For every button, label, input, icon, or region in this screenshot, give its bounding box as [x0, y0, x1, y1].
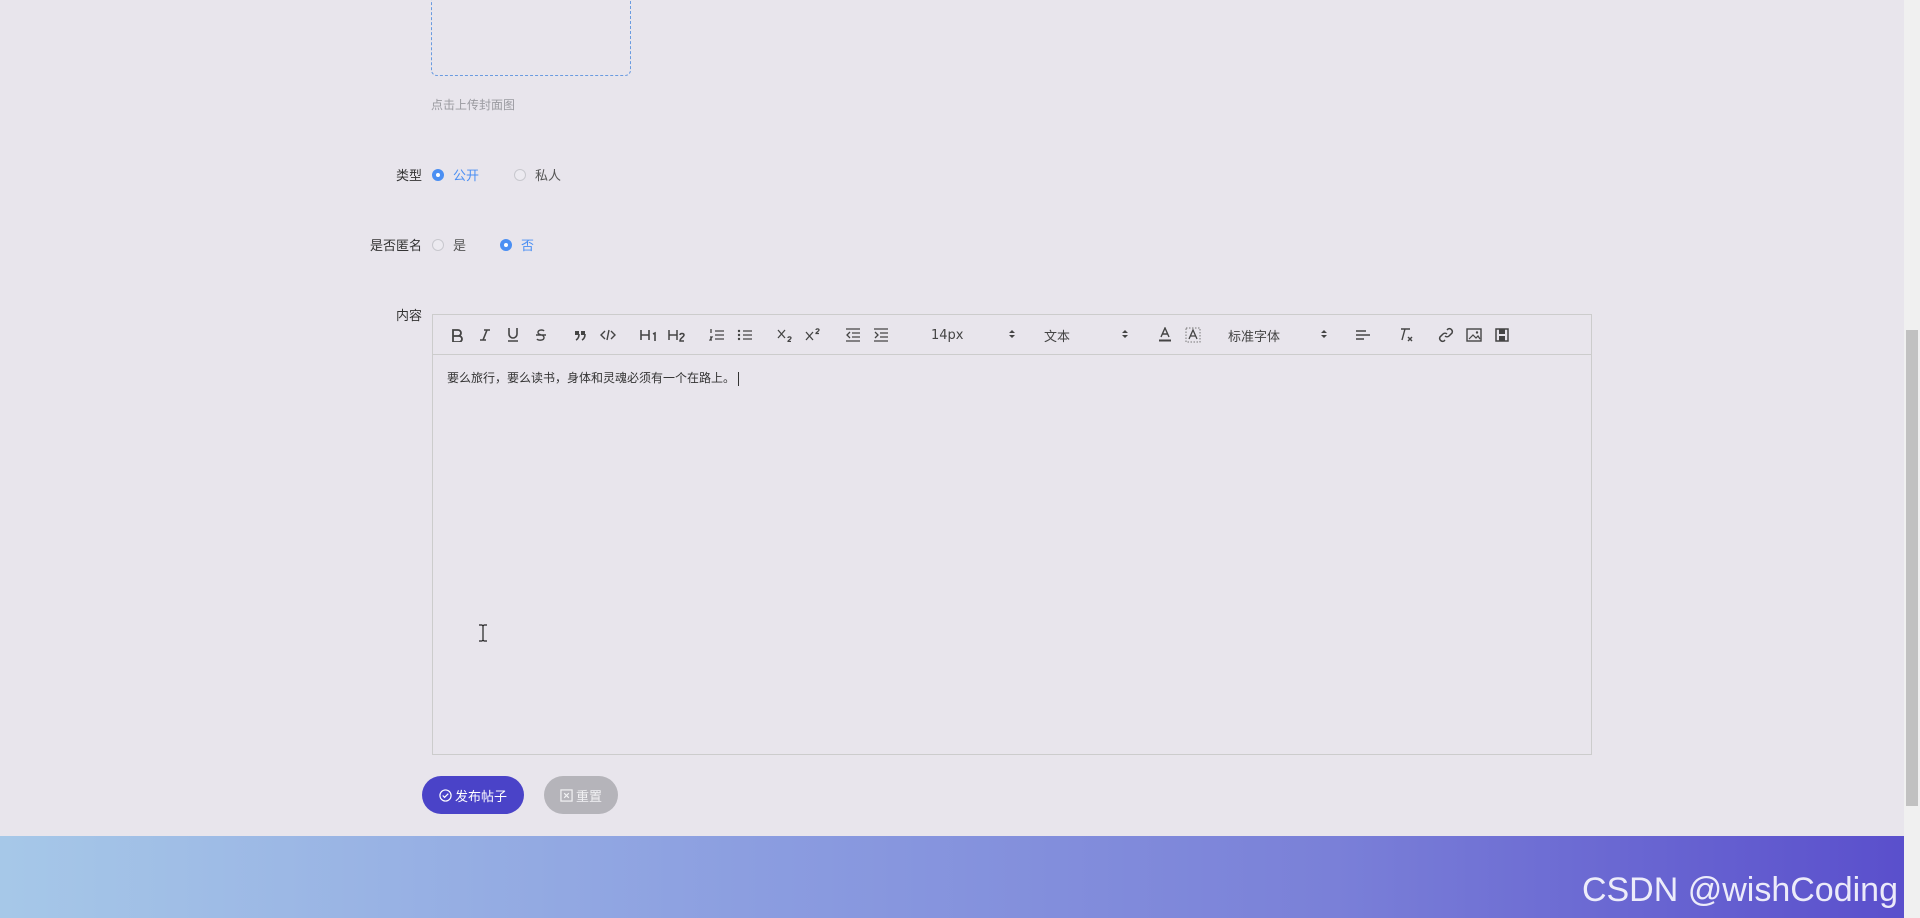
publish-button-label: 发布帖子 [454, 789, 507, 805]
cover-upload-hint: 点击上传封面图 [431, 98, 516, 112]
radio-public-label: 公开 [453, 169, 480, 184]
code-block-icon[interactable] [598, 325, 618, 345]
page-footer: CSDN @wishCoding [0, 836, 1904, 918]
radio-private-label: 私人 [535, 169, 562, 184]
strike-icon[interactable] [531, 325, 551, 345]
radio-private[interactable]: 私人 [514, 165, 561, 184]
ibeam-cursor-icon [479, 624, 487, 642]
font-size-value: 14px [931, 327, 964, 343]
picker-arrows-icon [1009, 330, 1015, 338]
close-square-icon [560, 788, 573, 802]
type-label: 类型 [395, 169, 422, 184]
outdent-icon[interactable] [843, 325, 863, 345]
header-picker[interactable]: 文本 [1044, 325, 1129, 345]
reset-button-label: 重置 [575, 789, 602, 805]
editor-text: 要么旅行，要么读书，身体和灵魂必须有一个在路上。 [447, 371, 736, 385]
background-color-icon[interactable] [1183, 325, 1203, 345]
font-color-icon[interactable] [1155, 325, 1175, 345]
font-size-picker[interactable]: 14px [931, 325, 1016, 345]
radio-yes-label: 是 [453, 239, 467, 254]
video-icon[interactable] [1492, 325, 1512, 345]
align-icon[interactable] [1353, 325, 1373, 345]
bullet-list-icon[interactable] [735, 325, 755, 345]
radio-no-label: 否 [521, 239, 535, 254]
h1-icon[interactable] [638, 325, 660, 345]
editor-content[interactable]: 要么旅行，要么读书，身体和灵魂必须有一个在路上。 [433, 355, 1591, 400]
radio-yes-dot[interactable] [432, 238, 444, 251]
publish-button[interactable]: 发布帖子 [422, 776, 524, 814]
radio-no-dot[interactable] [500, 238, 512, 251]
editor-toolbar: 14px 文本 标准字体 [433, 315, 1591, 355]
font-family-value: 标准字体 [1228, 329, 1281, 345]
radio-anonymous-no[interactable]: 否 [500, 235, 534, 254]
check-circle-icon [439, 788, 452, 802]
csdn-watermark: CSDN @wishCoding [1581, 871, 1898, 909]
anonymous-label: 是否匿名 [369, 239, 422, 254]
picker-arrows-icon [1122, 330, 1128, 338]
ordered-list-icon[interactable] [707, 325, 727, 345]
radio-public[interactable]: 公开 [432, 165, 479, 184]
cover-upload-box[interactable] [431, 0, 631, 76]
image-icon[interactable] [1464, 325, 1484, 345]
link-icon[interactable] [1436, 325, 1456, 345]
text-caret [738, 371, 740, 386]
font-family-picker[interactable]: 标准字体 [1228, 325, 1328, 345]
radio-anonymous-yes[interactable]: 是 [432, 235, 466, 254]
radio-public-dot[interactable] [432, 168, 444, 181]
header-value: 文本 [1044, 329, 1071, 345]
scrollbar-thumb[interactable] [1906, 330, 1918, 806]
blockquote-icon[interactable] [570, 325, 590, 345]
picker-arrows-icon [1321, 330, 1327, 338]
indent-icon[interactable] [871, 325, 891, 345]
subscript-icon[interactable] [775, 325, 795, 345]
radio-private-dot[interactable] [514, 168, 526, 181]
content-label: 内容 [395, 309, 422, 324]
bold-icon[interactable] [447, 325, 467, 345]
underline-icon[interactable] [503, 325, 523, 345]
italic-icon[interactable] [475, 325, 495, 345]
rich-text-editor[interactable]: 14px 文本 标准字体 要么旅行，要么读书，身体和灵魂必须有一个在路上。 [432, 314, 1592, 755]
h2-icon[interactable] [666, 325, 688, 345]
clean-format-icon[interactable] [1396, 325, 1416, 345]
superscript-icon[interactable] [803, 325, 823, 345]
reset-button[interactable]: 重置 [544, 776, 618, 814]
